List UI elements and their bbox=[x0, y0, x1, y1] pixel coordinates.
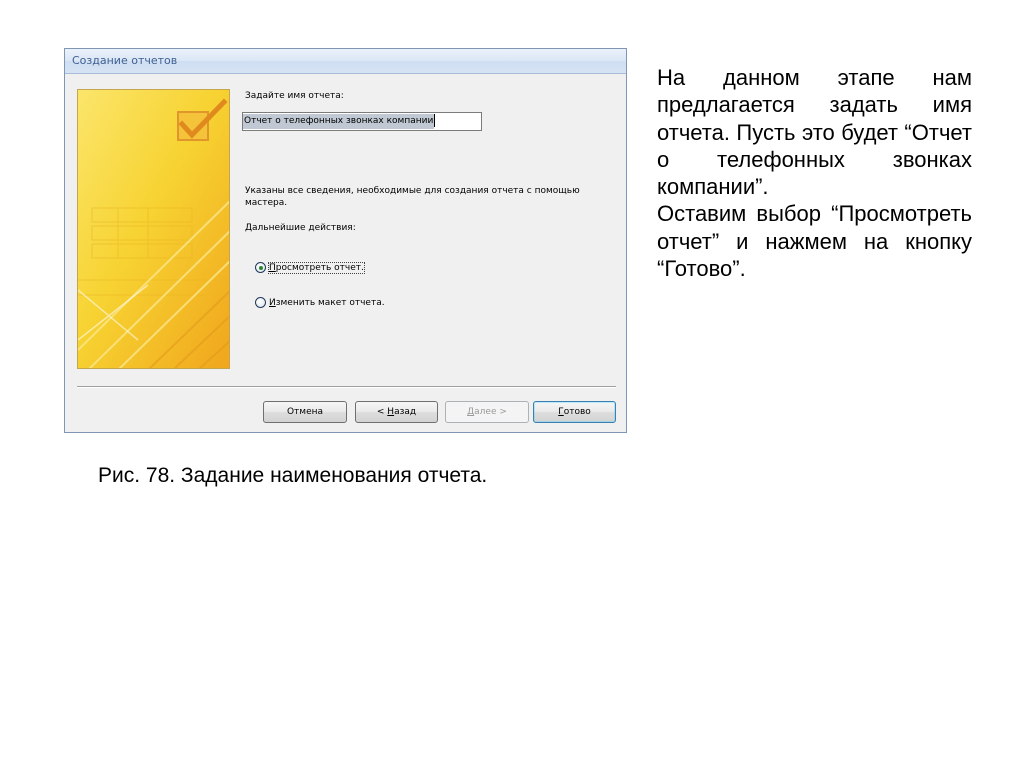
next-button[interactable]: Далее > bbox=[445, 401, 529, 423]
dialog-separator bbox=[77, 386, 616, 388]
option-preview-report-label: Просмотреть отчет. bbox=[268, 261, 365, 274]
radio-preview-report[interactable] bbox=[255, 262, 266, 273]
next-actions-label: Дальнейшие действия: bbox=[245, 223, 356, 233]
figure-caption: Рис. 78. Задание наименования отчета. bbox=[98, 464, 488, 487]
dialog-titlebar[interactable]: Создание отчетов bbox=[65, 49, 626, 74]
cancel-button[interactable]: Отмена bbox=[263, 401, 347, 423]
report-wizard-dialog: Создание отчетов Задайте имя отчета: Отч… bbox=[64, 48, 627, 433]
explanation-paragraph-1: На данном этапе нам предлагается задать … bbox=[657, 65, 972, 200]
option-modify-layout[interactable]: Изменить макет отчета. bbox=[255, 297, 385, 308]
option-modify-layout-label: Изменить макет отчета. bbox=[269, 297, 385, 308]
option-preview-report[interactable]: Просмотреть отчет. bbox=[255, 261, 365, 274]
wizard-banner-image bbox=[77, 89, 230, 369]
text-caret bbox=[434, 114, 436, 127]
back-button[interactable]: < Назад bbox=[355, 401, 438, 423]
dialog-title: Создание отчетов bbox=[72, 54, 178, 67]
explanation-text: На данном этапе нам предлагается задать … bbox=[657, 64, 972, 282]
banner-graphic bbox=[78, 90, 229, 368]
report-name-label: Задайте имя отчета: bbox=[245, 91, 344, 101]
radio-modify-layout[interactable] bbox=[255, 297, 266, 308]
wizard-info-text: Указаны все сведения, необходимые для со… bbox=[245, 186, 580, 208]
report-name-input[interactable]: Отчет о телефонных звонках компании bbox=[242, 112, 482, 131]
report-name-value: Отчет о телефонных звонках компании bbox=[243, 114, 435, 129]
finish-button[interactable]: Готово bbox=[533, 401, 616, 423]
explanation-paragraph-2: Оставим выбор “Просмотреть отчет” и нажм… bbox=[657, 201, 972, 282]
